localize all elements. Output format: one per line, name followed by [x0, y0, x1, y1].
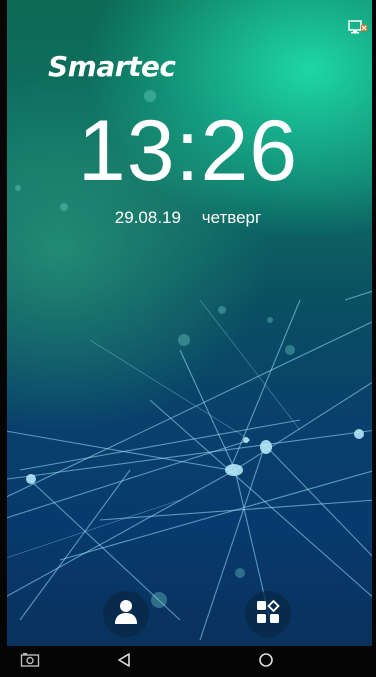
- navigation-bar: [0, 646, 376, 677]
- lock-weekday: четверг: [201, 208, 262, 227]
- lock-clock: 13:26: [77, 103, 299, 199]
- back-button[interactable]: [114, 652, 134, 672]
- back-icon: [116, 652, 132, 672]
- screenshot-icon: [20, 652, 40, 672]
- apps-button[interactable]: [245, 591, 291, 637]
- screenshot-button[interactable]: [20, 652, 40, 672]
- lock-date: 29.08.19: [114, 208, 181, 227]
- user-button[interactable]: [103, 591, 149, 637]
- home-button[interactable]: [256, 652, 276, 672]
- apps-grid-icon: [255, 599, 281, 629]
- brand-logo: Smartec: [48, 50, 176, 83]
- network-background: [0, 90, 376, 641]
- device-frame-right: [372, 0, 376, 677]
- home-icon: [258, 652, 274, 672]
- network-monitor-icon: [348, 18, 368, 38]
- user-icon: [114, 599, 138, 629]
- lock-screen: Smartec 13:26 29.08.19 четверг: [0, 0, 376, 677]
- device-frame-left: [0, 0, 7, 677]
- lock-date-row: 29.08.19 четверг: [0, 208, 376, 228]
